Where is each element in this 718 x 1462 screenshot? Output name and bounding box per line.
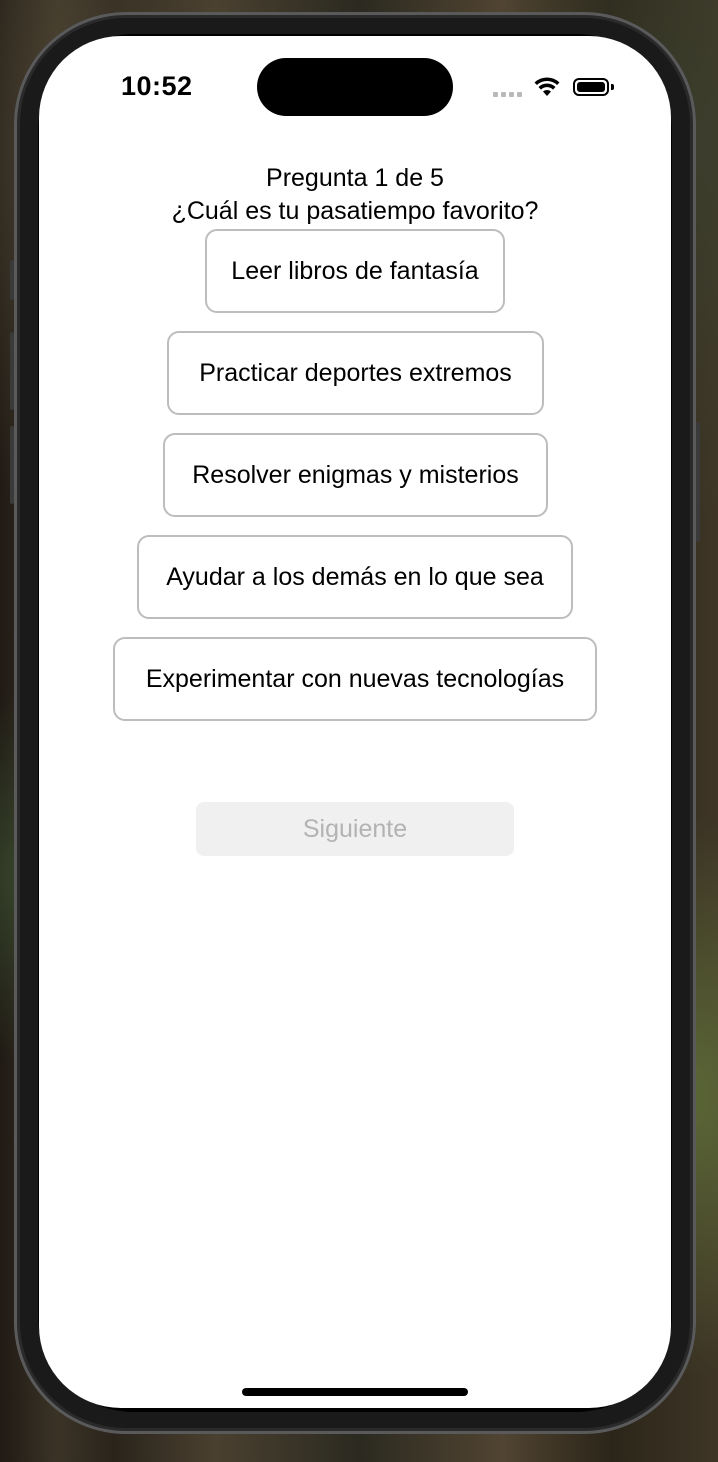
option-button[interactable]: Experimentar con nuevas tecnologías — [113, 637, 597, 721]
battery-icon — [573, 78, 609, 96]
next-button[interactable]: Siguiente — [196, 802, 514, 856]
option-button[interactable]: Resolver enigmas y misterios — [163, 433, 548, 517]
power-button — [696, 422, 700, 542]
option-button[interactable]: Practicar deportes extremos — [167, 331, 544, 415]
volume-up-button — [10, 332, 14, 410]
option-button[interactable]: Leer libros de fantasía — [205, 229, 505, 313]
home-indicator[interactable] — [242, 1388, 468, 1396]
dynamic-island — [257, 58, 453, 116]
question-text: ¿Cuál es tu pasatiempo favorito? — [171, 197, 539, 225]
status-time: 10:52 — [121, 71, 193, 101]
option-button[interactable]: Ayudar a los demás en lo que sea — [137, 535, 573, 619]
volume-down-button — [10, 426, 14, 504]
battery-tip — [611, 84, 614, 90]
question-counter: Pregunta 1 de 5 — [266, 164, 444, 192]
app-screen: 10:52 Pregunta 1 de 5 ¿Cuál es tu pasati… — [39, 36, 671, 1408]
wifi-icon — [534, 77, 560, 96]
action-button — [10, 260, 14, 300]
cellular-signal-icon — [493, 92, 523, 98]
